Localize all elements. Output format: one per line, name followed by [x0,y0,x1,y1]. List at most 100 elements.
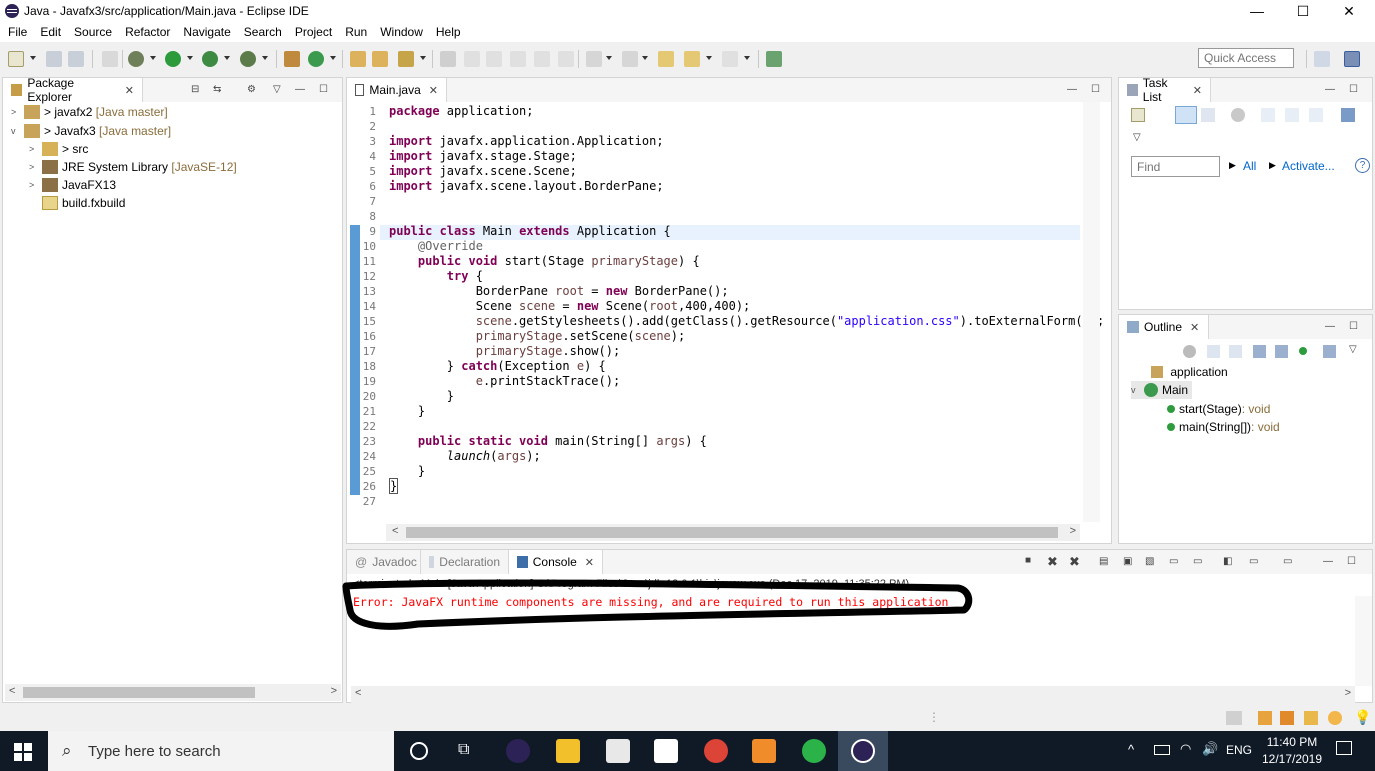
block-icon[interactable] [486,51,502,67]
tree-item-javafx3[interactable]: v > Javafx3 [Java master] [11,122,171,140]
horizontal-scrollbar[interactable]: < > [5,684,341,701]
chevron-down-icon[interactable] [187,56,193,60]
settings-icon[interactable] [1328,711,1342,725]
hide-local-types-icon[interactable] [1323,345,1336,358]
display-console-icon[interactable]: ▭ [1249,556,1258,567]
menu-refactor[interactable]: Refactor [120,25,175,39]
format-icon[interactable] [510,51,526,67]
marketplace-icon[interactable] [1258,711,1272,725]
view-menu-icon[interactable]: ▽ [273,84,281,95]
remove-all-icon[interactable]: ✖ [1069,554,1080,570]
coverage-icon[interactable] [202,51,218,67]
link-editor-icon[interactable]: ⇆ [213,84,221,95]
chevron-right-icon[interactable]: > [29,180,39,190]
chevron-right-icon[interactable]: > [11,107,21,117]
menu-navigate[interactable]: Navigate [178,25,235,39]
outline-item-main-method[interactable]: main(String[]) : void [1167,418,1280,436]
hide-completed-icon[interactable] [1261,108,1275,122]
annotation-icon[interactable] [440,51,456,67]
new-class-icon[interactable] [308,51,324,67]
filter-icon[interactable]: ⚙ [247,84,256,95]
next-annotation-icon[interactable] [586,51,602,67]
tree-item-build-fxbuild[interactable]: build.fxbuild [42,194,125,212]
tab-outline[interactable]: Outline ✕ [1119,315,1209,339]
edit-icon[interactable] [464,51,480,67]
terminate-icon[interactable]: ■ [1025,555,1031,566]
chevron-down-icon[interactable] [744,56,750,60]
open-type-icon[interactable] [350,51,366,67]
chevron-down-icon[interactable] [420,56,426,60]
chevron-down-icon[interactable] [150,56,156,60]
maximize-view-icon[interactable]: ☐ [1347,556,1356,567]
close-icon[interactable]: ✕ [429,84,438,97]
task-view-icon[interactable]: ⧉ [458,741,478,761]
hide-nonpublic-icon[interactable] [1299,347,1307,355]
help-icon[interactable]: ? [1355,158,1370,173]
open-perspective-icon[interactable] [1314,51,1330,67]
clock-time[interactable]: 11:40 PM [1264,735,1320,749]
open-task-icon[interactable] [372,51,388,67]
maximize-view-icon[interactable]: ☐ [319,84,328,95]
language-indicator[interactable]: ENG [1226,743,1252,757]
tree-item-javafx2[interactable]: > > javafx2 [Java master] [11,103,168,121]
quick-access-input[interactable] [1198,48,1294,68]
external-tools-icon[interactable] [240,51,256,67]
chevron-down-icon[interactable] [262,56,268,60]
clock-date[interactable]: 12/17/2019 [1256,752,1328,766]
whitespace-icon[interactable] [534,51,550,67]
all-link[interactable]: All [1243,159,1256,173]
menu-file[interactable]: File [3,25,32,39]
menu-source[interactable]: Source [69,25,117,39]
activate-link[interactable]: Activate... [1282,159,1335,173]
chevron-down-icon[interactable] [30,56,36,60]
collapse-icon[interactable] [1309,108,1323,122]
menu-project[interactable]: Project [290,25,337,39]
pin-console-icon[interactable]: ◧ [1223,556,1232,567]
chevron-down-icon[interactable]: v [1131,385,1141,395]
maximize-button[interactable]: ☐ [1280,0,1326,22]
file-explorer-icon[interactable] [556,739,580,763]
close-icon[interactable]: ✕ [125,84,134,97]
tab-task-list[interactable]: Task List ✕ [1119,76,1211,104]
minimize-button[interactable]: — [1234,0,1280,22]
show-on-output-icon[interactable]: ▭ [1169,556,1178,567]
search-icon[interactable] [398,51,414,67]
battery-icon[interactable] [1154,745,1170,755]
back-icon[interactable] [684,51,700,67]
scroll-lock-icon[interactable]: ▣ [1123,556,1132,567]
collapse-all-icon[interactable]: ⊟ [191,84,199,95]
close-icon[interactable]: ✕ [585,556,594,569]
sync-icon[interactable] [1285,108,1299,122]
close-icon[interactable]: ✕ [1193,84,1202,97]
forward-icon[interactable] [722,51,738,67]
maximize-view-icon[interactable]: ☐ [1349,84,1358,95]
previous-annotation-icon[interactable] [622,51,638,67]
focus-icon[interactable] [1231,108,1245,122]
outline-item-package[interactable]: application [1151,363,1228,381]
sublime-icon[interactable] [752,739,776,763]
toggle-icon[interactable] [102,51,118,67]
tab-javadoc[interactable]: @ Javadoc [347,550,421,574]
new-icon[interactable] [8,51,24,67]
cortana-icon[interactable] [410,742,428,760]
sort-icon[interactable] [1229,345,1242,358]
eclipse-taskbar-icon[interactable] [506,739,530,763]
remove-launch-icon[interactable]: ✖ [1047,554,1058,570]
outline-item-main-class[interactable]: v Main [1131,381,1193,399]
windows-start-icon[interactable] [14,743,32,761]
close-icon[interactable]: ✕ [1190,321,1199,334]
menu-help[interactable]: Help [431,25,466,39]
tab-package-explorer[interactable]: Package Explorer ✕ [3,76,143,104]
categorized-icon[interactable] [1175,106,1197,124]
notification-icon[interactable] [1226,711,1242,725]
clear-console-icon[interactable]: ▤ [1099,556,1108,567]
chevron-down-icon[interactable] [330,56,336,60]
minimize-view-icon[interactable]: — [1323,556,1333,567]
debug-icon[interactable] [128,51,144,67]
editor-vertical-scrollbar[interactable] [1083,102,1100,522]
chevron-right-icon[interactable]: > [29,144,39,154]
show-on-error-icon[interactable]: ▭ [1193,556,1202,567]
store-icon[interactable] [606,739,630,763]
last-edit-icon[interactable] [658,51,674,67]
menu-search[interactable]: Search [239,25,287,39]
